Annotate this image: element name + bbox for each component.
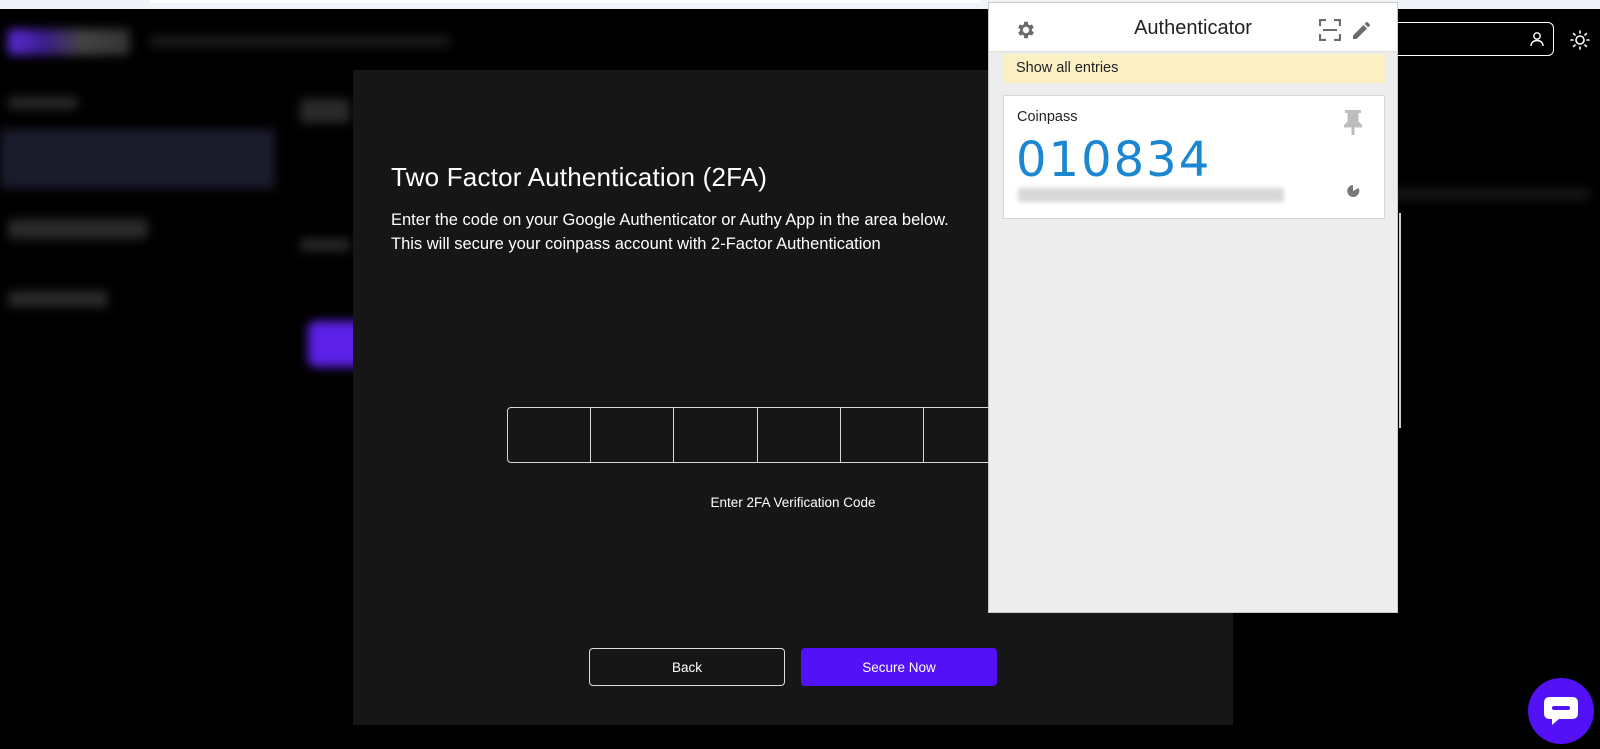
top-nav-blurred — [150, 35, 450, 47]
code-digit-input-1[interactable] — [507, 407, 592, 463]
pencil-icon[interactable] — [1351, 19, 1373, 41]
modal-title: Two Factor Authentication (2FA) — [391, 162, 768, 192]
back-button[interactable]: Back — [589, 648, 785, 686]
code-digit-input-5[interactable] — [840, 407, 924, 463]
authenticator-header: Authenticator — [989, 3, 1397, 52]
sun-icon[interactable] — [1570, 30, 1590, 50]
sidebar-active-item — [0, 129, 275, 189]
popup-scrollbar[interactable] — [1399, 213, 1401, 428]
authenticator-popup: Authenticator Show all entries Coinpass … — [988, 2, 1401, 613]
chat-bubble-icon — [1544, 697, 1578, 725]
user-icon[interactable] — [1529, 31, 1545, 47]
scan-qr-icon[interactable] — [1319, 19, 1341, 41]
modal-description: Enter the code on your Google Authentica… — [391, 208, 949, 256]
description-line-1: Enter the code on your Google Authentica… — [391, 211, 949, 229]
entry-issuer: Coinpass — [1017, 109, 1078, 125]
site-logo — [8, 29, 130, 55]
entry-otp-code[interactable]: 010834 — [1016, 132, 1211, 188]
authenticator-entry[interactable]: Coinpass 010834 — [1003, 95, 1385, 219]
secure-now-button[interactable]: Secure Now — [801, 648, 997, 686]
timer-pie-icon — [1347, 185, 1360, 197]
entry-account-blurred — [1018, 188, 1284, 202]
code-digit-input-2[interactable] — [591, 407, 675, 463]
pin-icon[interactable] — [1340, 108, 1366, 136]
description-line-2: This will secure your coinpass account w… — [391, 235, 881, 253]
code-digit-input-3[interactable] — [674, 407, 758, 463]
code-digit-input-4[interactable] — [757, 407, 841, 463]
show-all-entries-button[interactable]: Show all entries — [1003, 54, 1385, 83]
code-input-group — [507, 407, 1008, 463]
chat-button[interactable] — [1528, 678, 1594, 744]
